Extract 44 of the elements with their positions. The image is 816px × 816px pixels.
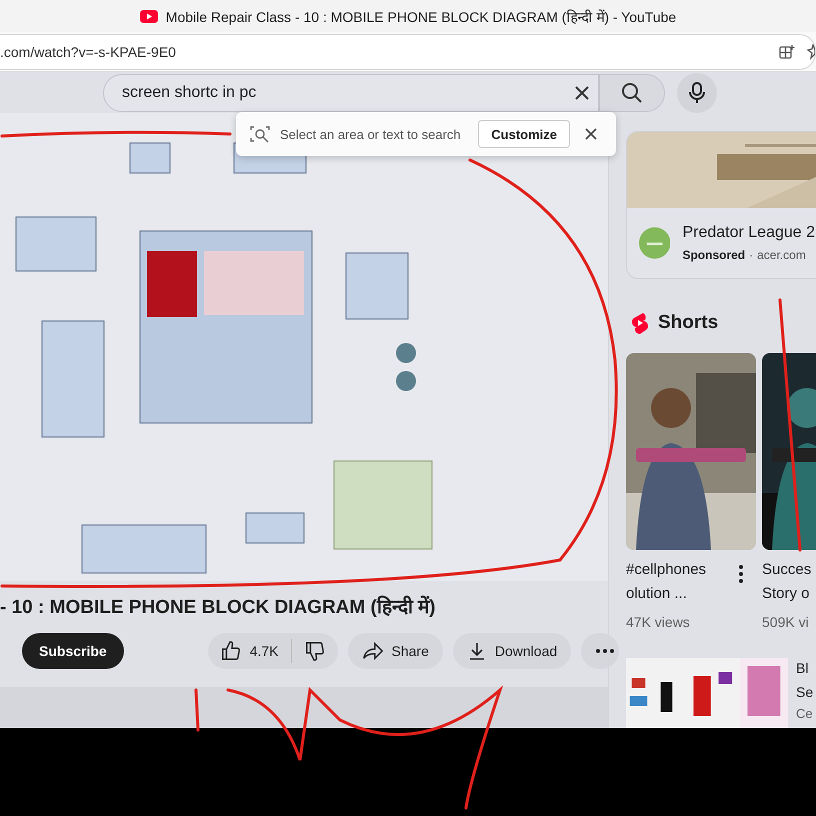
search-icon [621, 82, 643, 104]
more-button[interactable] [581, 633, 620, 669]
ad-domain-link[interactable]: acer.com [757, 248, 806, 262]
like-count: 4.7K [250, 643, 279, 659]
advertiser-logo-icon [639, 225, 670, 261]
visual-search-icon [250, 125, 270, 143]
more-icon [595, 648, 616, 654]
search-input[interactable]: screen shortc in pc [120, 82, 524, 102]
short-title[interactable]: olution ... [626, 584, 706, 604]
ad-title: Predator League 2 [682, 224, 815, 242]
star-icon[interactable] [805, 44, 815, 60]
view-count: 47K views [626, 614, 691, 630]
youtube-logo-icon [140, 10, 158, 22]
download-button[interactable]: Download [452, 633, 572, 669]
search-field[interactable]: screen shortc in pc [103, 74, 599, 112]
close-icon [584, 127, 598, 141]
video-title-link[interactable]: Bl [796, 658, 814, 678]
short-title[interactable]: #cellphones [626, 560, 706, 580]
tab-title: Mobile Repair Class - 10 : MOBILE PHONE BLOCK DIAGRAM (हिन्दी में) - YouTube [166, 8, 676, 26]
share-button[interactable]: Share [348, 633, 443, 669]
short-title[interactable]: Story o [762, 584, 812, 604]
customize-button[interactable]: Customize [478, 120, 570, 148]
microphone-icon [689, 82, 705, 104]
address-field[interactable]: .com/watch?v=-s-KPAE-9E0 [0, 34, 816, 70]
like-dislike-control[interactable]: 4.7K [208, 633, 338, 669]
thumbs-up-icon[interactable] [220, 640, 242, 662]
video-title: - 10 : MOBILE PHONE BLOCK DIAGRAM (हिन्दी में) [0, 594, 436, 619]
view-count: 509K vi [762, 614, 810, 630]
search-button[interactable] [599, 74, 665, 112]
channel-name: Ce [796, 706, 814, 721]
subscribe-button[interactable]: Subscribe [22, 633, 124, 669]
shorts-logo-icon [630, 311, 650, 335]
split-screen-icon[interactable] [779, 44, 795, 60]
sponsored-label: Sponsored [682, 248, 746, 262]
video-title-link[interactable]: Se [796, 682, 814, 702]
section-heading: Shorts [658, 312, 718, 334]
popup-text: Select an area or text to search [280, 126, 462, 142]
thumbs-down-icon[interactable] [304, 640, 326, 662]
microphone-button[interactable] [677, 72, 717, 112]
short-title[interactable]: Succes [762, 560, 812, 580]
more-options-icon[interactable] [738, 564, 744, 584]
share-arrow-icon [362, 641, 384, 661]
clear-icon[interactable] [574, 84, 590, 100]
separator-dot: · [749, 248, 754, 262]
